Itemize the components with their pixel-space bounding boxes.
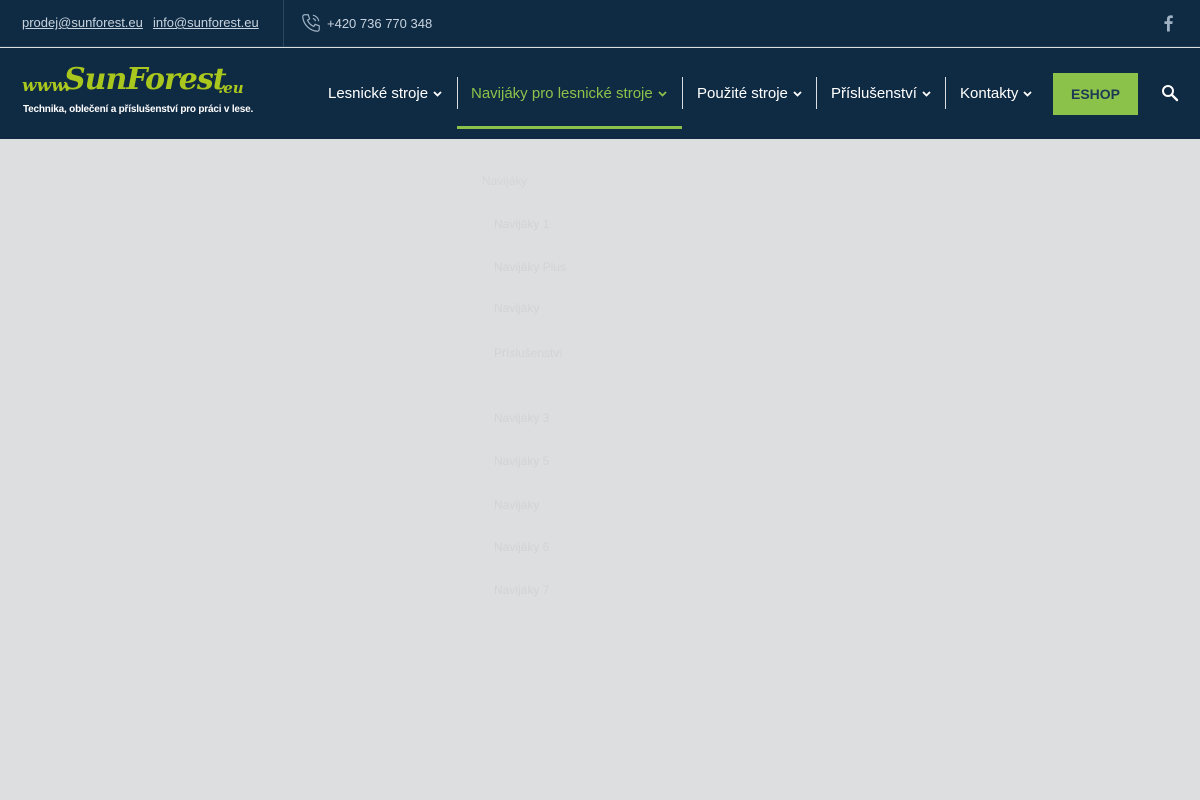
nav-item-pouzite-stroje[interactable]: Použité stroje [697,77,802,109]
nav-item-kontakty[interactable]: Kontakty [960,77,1033,109]
chevron-down-icon [658,91,667,97]
sales-email-link[interactable]: prodej@sunforest.eu [22,15,143,30]
top-bar-divider [283,0,284,47]
logo-tld: .eu [218,79,244,97]
nav-separator [816,77,817,109]
chevron-down-icon [433,91,442,97]
nav-item-label: Příslušenství [831,84,917,102]
nav-item-label: Použité stroje [697,84,788,102]
chevron-down-icon [1023,91,1033,97]
main-navbar: www. SunForest .eu Technika, oblečení a … [0,48,1200,139]
nav-item-label: Lesnické stroje [328,84,429,102]
top-bar: prodej@sunforest.eu info@sunforest.eu +4… [0,0,1200,47]
logo-brand: SunForest [64,62,227,97]
chevron-down-icon [922,91,931,97]
info-email-link[interactable]: info@sunforest.eu [153,15,259,30]
dropdown-heading: Navijáky [482,174,528,188]
dropdown-item[interactable]: Navijáky 7 [494,580,549,600]
dropdown-item[interactable]: Navijáky 6 [494,537,549,557]
logo-tagline: Technika, oblečení a příslušenství pro p… [23,104,254,115]
nav-separator [945,77,946,109]
eshop-button[interactable]: ESHOP [1053,73,1138,115]
active-nav-underline [457,126,682,129]
nav-item-lesnicke-stroje[interactable]: Lesnické stroje [328,77,442,109]
dropdown-item[interactable]: Navijáky 1 [494,214,549,234]
nav-item-navijaky[interactable]: Navijáky pro lesnické stroje [471,77,667,109]
dropdown-item[interactable]: Navijáky [494,298,539,318]
dropdown-item[interactable]: Navijáky 5 [494,451,549,471]
phone-icon [302,14,320,32]
search-icon[interactable] [1161,84,1179,102]
logo-www: www. [22,76,71,96]
nav-item-prislusenstvi[interactable]: Příslušenství [831,77,931,109]
phone-number[interactable]: +420 736 770 348 [327,16,432,31]
dropdown-item[interactable]: Navijáky 3 [494,408,549,428]
nav-item-label: Kontakty [960,84,1019,102]
facebook-icon[interactable] [1160,14,1176,32]
nav-item-label: Navijáky pro lesnické stroje [471,84,653,102]
chevron-down-icon [793,91,802,97]
dropdown-item[interactable]: Příslušenství [494,343,563,363]
nav-separator [682,77,683,109]
dropdown-item[interactable]: Navijáky Plus [494,257,566,277]
dropdown-item[interactable]: Navijáky [494,495,539,515]
sunforest-logo[interactable]: www. SunForest .eu Technika, oblečení a … [22,62,253,120]
nav-separator [457,77,458,109]
